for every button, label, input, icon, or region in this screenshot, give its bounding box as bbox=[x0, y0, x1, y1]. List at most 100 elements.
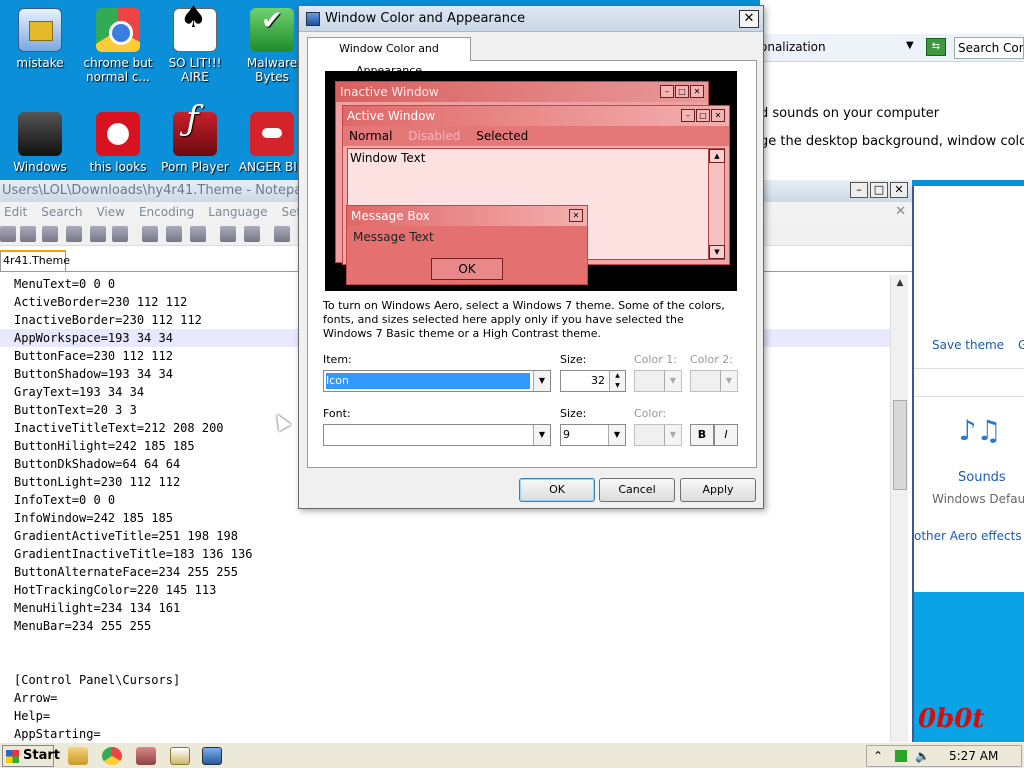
close-document-icon[interactable]: ✕ bbox=[895, 204, 906, 219]
open-icon[interactable] bbox=[0, 226, 16, 242]
editor-line[interactable] bbox=[0, 635, 890, 653]
editor-line[interactable]: ButtonAlternateFace=234 255 255 bbox=[0, 563, 890, 581]
undo-icon[interactable] bbox=[220, 226, 236, 242]
chevron-down-icon[interactable]: ▼ bbox=[608, 425, 625, 445]
aero-effects-link[interactable]: other Aero effects bbox=[914, 529, 1022, 543]
opera-icon bbox=[96, 112, 140, 156]
apply-button[interactable]: Apply bbox=[680, 478, 756, 502]
chevron-down-icon[interactable]: ▼ bbox=[720, 371, 737, 391]
menu-edit[interactable]: Edit bbox=[4, 205, 27, 219]
print-icon[interactable] bbox=[112, 226, 128, 242]
desktop-icon-flash-player[interactable]: Porn Player bbox=[155, 112, 235, 174]
editor-line[interactable] bbox=[0, 653, 890, 671]
tab-window-color[interactable]: Window Color and Appearance bbox=[307, 37, 471, 77]
appearance-preview[interactable]: Inactive Window – □ ✕ Active Window – □ ✕ No… bbox=[325, 71, 737, 291]
bold-button[interactable]: B bbox=[690, 424, 714, 446]
spin-down-icon[interactable]: ▼ bbox=[609, 381, 625, 391]
close-icon[interactable]: ✕ bbox=[739, 10, 759, 28]
item-dropdown[interactable]: Icon ▼ bbox=[323, 370, 551, 392]
chevron-down-icon[interactable]: ▼ bbox=[533, 425, 550, 445]
scroll-thumb[interactable] bbox=[893, 400, 907, 490]
display-icon[interactable] bbox=[202, 747, 222, 765]
menu-view[interactable]: View bbox=[96, 205, 124, 219]
editor-line[interactable]: GradientActiveTitle=251 198 198 bbox=[0, 527, 890, 545]
tab-theme-file[interactable]: 4r41.Theme bbox=[0, 250, 70, 272]
preview-menu-normal[interactable]: Normal bbox=[349, 129, 392, 143]
chevron-down-icon[interactable]: ▼ bbox=[906, 40, 914, 51]
editor-scrollbar[interactable]: ▲ bbox=[890, 275, 908, 742]
minimize-icon[interactable]: – bbox=[850, 182, 868, 198]
preview-menu-selected[interactable]: Selected bbox=[476, 129, 528, 143]
app-icon[interactable] bbox=[136, 747, 156, 765]
copy-icon[interactable] bbox=[166, 226, 182, 242]
ok-button[interactable]: OK bbox=[519, 478, 595, 502]
preview-scrollbar[interactable]: ▲ ▼ bbox=[708, 149, 725, 259]
maximize-icon[interactable]: □ bbox=[870, 182, 888, 198]
color2-label: Color 2: bbox=[690, 353, 733, 366]
spin-up-icon[interactable]: ▲ bbox=[609, 371, 625, 381]
close-icon[interactable]: ✕ bbox=[890, 182, 908, 198]
desktop-icon-opera[interactable]: this looks bbox=[78, 112, 158, 174]
menu-search[interactable]: Search bbox=[41, 205, 82, 219]
editor-line[interactable]: MenuHilight=234 134 161 bbox=[0, 599, 890, 617]
redo-icon[interactable] bbox=[244, 226, 260, 242]
chrome-icon[interactable] bbox=[102, 747, 122, 765]
close-file-icon[interactable] bbox=[66, 226, 82, 242]
music-notes-icon[interactable]: ♪♫ bbox=[954, 414, 1006, 450]
editor-line[interactable]: InfoWindow=242 185 185 bbox=[0, 509, 890, 527]
save-all-icon[interactable] bbox=[42, 226, 58, 242]
color1-picker[interactable]: ▼ bbox=[634, 370, 682, 392]
desktop-icon-recycle-bin[interactable]: Windows bbox=[0, 112, 80, 174]
desktop-icon-chrome[interactable]: chrome but normal c... bbox=[78, 8, 158, 84]
desktop-icon-solitaire[interactable]: SO LIT!!! AIRE bbox=[155, 8, 235, 84]
editor-line[interactable]: HotTrackingColor=220 145 113 bbox=[0, 581, 890, 599]
find-icon[interactable] bbox=[274, 226, 290, 242]
cut-icon[interactable] bbox=[142, 226, 158, 242]
dialog-title: Window Color and Appearance bbox=[325, 11, 526, 26]
clock[interactable]: 5:27 AM bbox=[949, 746, 998, 766]
editor-line[interactable]: Help= bbox=[0, 707, 890, 725]
chevron-down-icon[interactable]: ▼ bbox=[664, 371, 681, 391]
scroll-up-icon[interactable]: ▲ bbox=[891, 275, 909, 291]
font-color-picker[interactable]: ▼ bbox=[634, 424, 682, 446]
network-icon[interactable] bbox=[895, 750, 907, 762]
italic-button[interactable]: I bbox=[714, 424, 738, 446]
notepad-icon[interactable] bbox=[170, 747, 190, 765]
menu-encoding[interactable]: Encoding bbox=[139, 205, 194, 219]
save-theme-link[interactable]: Save theme G bbox=[932, 338, 1024, 352]
desktop-icon-mistake[interactable]: mistake bbox=[0, 8, 80, 70]
cancel-button[interactable]: Cancel bbox=[599, 478, 675, 502]
paste-icon[interactable] bbox=[190, 226, 206, 242]
font-size-dropdown[interactable]: 9 ▼ bbox=[560, 424, 626, 446]
editor-line[interactable]: Arrow= bbox=[0, 689, 890, 707]
menu-language[interactable]: Language bbox=[208, 205, 267, 219]
chevron-down-icon[interactable]: ▼ bbox=[533, 371, 550, 391]
editor-line[interactable]: [Control Panel\Cursors] bbox=[0, 671, 890, 689]
save-icon[interactable] bbox=[20, 226, 36, 242]
chevron-down-icon[interactable]: ▼ bbox=[664, 425, 681, 445]
preview-menu-disabled[interactable]: Disabled bbox=[408, 129, 460, 143]
refresh-icon[interactable]: ⇆ bbox=[926, 38, 946, 56]
search-input[interactable]: Search Con bbox=[954, 37, 1024, 59]
desktop-icon-label: Porn Player bbox=[161, 160, 229, 174]
editor-line[interactable]: AppStarting= bbox=[0, 725, 890, 742]
flash-player-icon bbox=[173, 112, 217, 156]
editor-line[interactable]: GradientInactiveTitle=183 136 136 bbox=[0, 545, 890, 563]
breadcrumb[interactable]: onalization bbox=[760, 40, 826, 54]
start-button[interactable]: Start bbox=[2, 745, 60, 767]
item-selected-value: Icon bbox=[326, 373, 530, 389]
dialog-title-bar[interactable]: Window Color and Appearance ✕ bbox=[299, 6, 763, 32]
preview-ok-button[interactable]: OK bbox=[431, 258, 503, 280]
explorer-icon[interactable] bbox=[68, 747, 88, 765]
preview-message-box[interactable]: Message Box ✕ Message Text OK bbox=[346, 205, 588, 285]
size-spinner[interactable]: 32 ▲ ▼ bbox=[560, 370, 626, 392]
volume-icon[interactable]: 🔈 bbox=[915, 746, 930, 766]
color2-picker[interactable]: ▼ bbox=[690, 370, 738, 392]
close-all-icon[interactable] bbox=[90, 226, 106, 242]
chevron-up-icon[interactable]: ⌃ bbox=[873, 746, 883, 766]
sounds-link[interactable]: Sounds bbox=[958, 470, 1006, 485]
editor-line[interactable]: MenuBar=234 255 255 bbox=[0, 617, 890, 635]
notepad-title: Users\LOL\Downloads\hy4r41.Theme - Notep… bbox=[2, 183, 333, 198]
preview-inactive-title: Inactive Window bbox=[340, 85, 439, 99]
font-dropdown[interactable]: ▼ bbox=[323, 424, 551, 446]
